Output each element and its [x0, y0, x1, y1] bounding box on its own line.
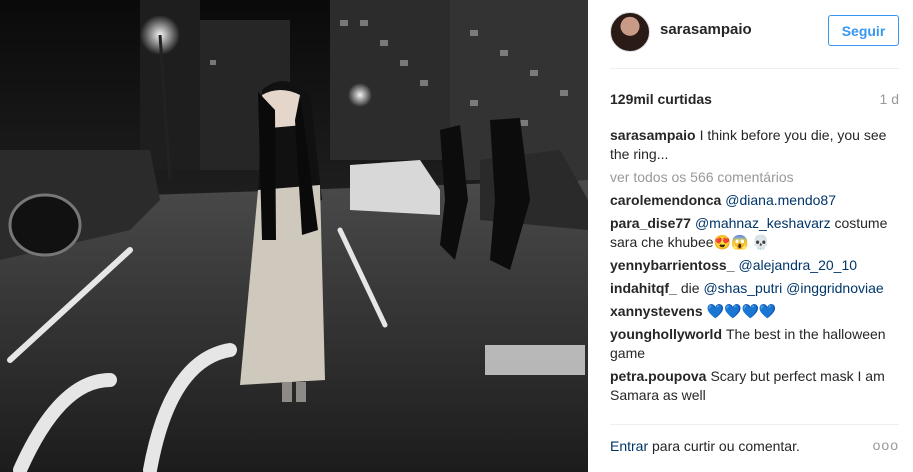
avatar[interactable]: [610, 12, 650, 52]
header-username[interactable]: sarasampaio: [660, 21, 752, 38]
caption: sarasampaio I think before you die, you s…: [610, 126, 900, 164]
login-prompt: Entrar para curtir ou comentar.: [610, 438, 800, 454]
street-scene-image: [0, 0, 588, 472]
post-header: sarasampaio Seguir: [588, 0, 913, 68]
comment-row: petra.poupova Scary but perfect mask I am…: [610, 367, 900, 405]
comment-mention-link[interactable]: @alejandra_20_10: [739, 257, 858, 273]
comment-row: younghollyworld The best in the halloween…: [610, 325, 900, 363]
post-timestamp[interactable]: 1 d: [880, 91, 899, 107]
more-options-icon[interactable]: ooo: [873, 437, 899, 453]
comment-row: xannystevens 💙💙💙💙: [610, 302, 900, 321]
footer-divider: [610, 424, 899, 425]
login-prompt-text: para curtir ou comentar.: [648, 438, 800, 454]
comment-mention-link[interactable]: @inggridnoviae: [786, 280, 884, 296]
comment-username[interactable]: younghollyworld: [610, 326, 722, 342]
comment-username[interactable]: petra.poupova: [610, 368, 706, 384]
comment-username[interactable]: xannystevens: [610, 303, 703, 319]
post-sidebar: sarasampaio Seguir 129mil curtidas 1 d s…: [588, 0, 913, 472]
comment-mention-link[interactable]: @mahnaz_keshavarz: [695, 215, 831, 231]
comment-list: carolemendonca @diana.mendo87 para_dise77 @…: [610, 191, 900, 405]
caption-username[interactable]: sarasampaio: [610, 127, 696, 143]
comment-username[interactable]: indahitqf_: [610, 280, 677, 296]
likes-count[interactable]: 129mil curtidas: [610, 91, 712, 107]
comment-row: carolemendonca @diana.mendo87: [610, 191, 900, 210]
comment-row: para_dise77 @mahnaz_keshavarz costume sar…: [610, 214, 900, 252]
follow-button[interactable]: Seguir: [828, 15, 899, 46]
comment-row: indahitqf_ die @shas_putri @inggridnoviae: [610, 279, 900, 298]
login-link[interactable]: Entrar: [610, 438, 648, 454]
comment-username[interactable]: carolemendonca: [610, 192, 721, 208]
comment-username[interactable]: yennybarrientoss_: [610, 257, 735, 273]
header-divider: [610, 68, 899, 69]
comment-username[interactable]: para_dise77: [610, 215, 691, 231]
comments-section: sarasampaio I think before you die, you s…: [610, 126, 900, 412]
comment-row: yennybarrientoss_ @alejandra_20_10: [610, 256, 900, 275]
comment-text: 💙💙💙💙: [706, 303, 777, 319]
comment-mention-link[interactable]: @diana.mendo87: [725, 192, 836, 208]
post-photo[interactable]: [0, 0, 588, 472]
comment-text: die: [680, 280, 704, 296]
comment-mention-link[interactable]: @shas_putri: [703, 280, 782, 296]
view-all-comments-link[interactable]: ver todos os 566 comentários: [610, 168, 900, 187]
